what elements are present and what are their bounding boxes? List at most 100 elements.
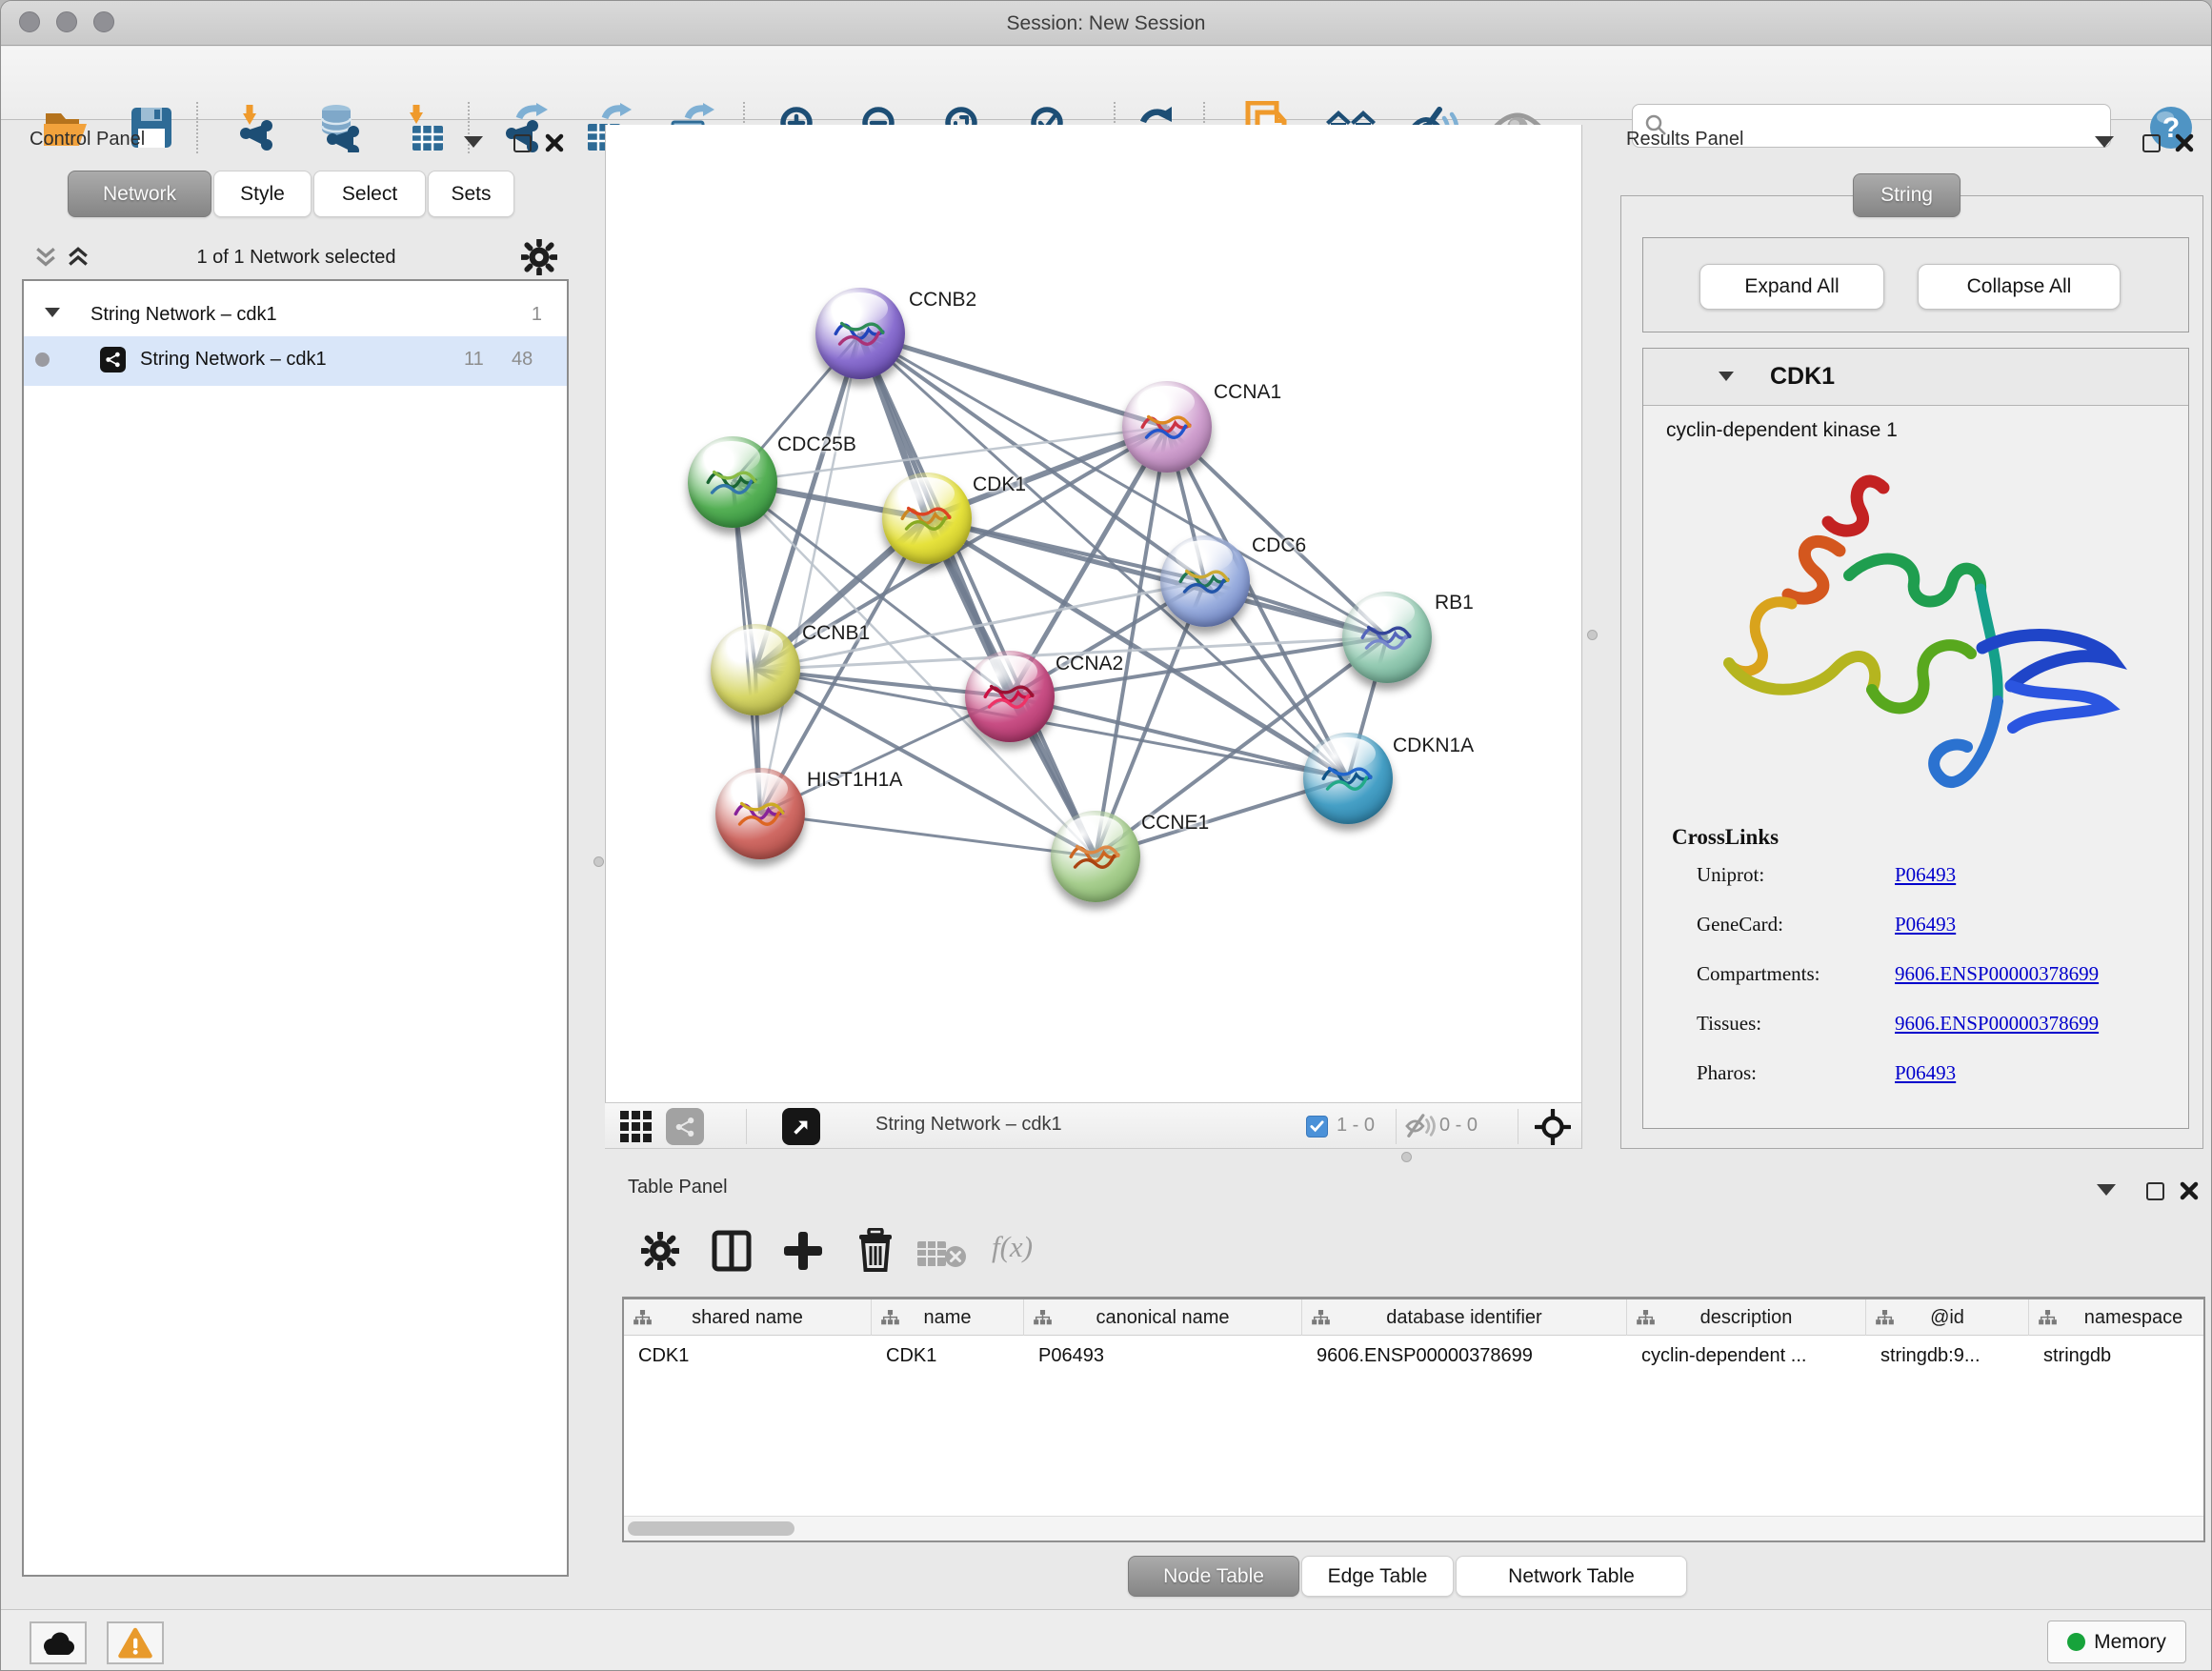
import-network-file-icon[interactable] [231,100,287,155]
tab-node-table[interactable]: Node Table [1128,1556,1299,1597]
tab-network[interactable]: Network [68,171,211,217]
node-CCNA1[interactable] [1122,381,1212,473]
string-network-icon [100,347,126,372]
column-header-description[interactable]: description [1627,1299,1866,1336]
import-table-file-icon[interactable] [398,100,453,155]
edge-CCNB2-CCNA1[interactable] [860,333,1167,427]
table-gear-icon[interactable] [641,1232,679,1275]
node-CDK1[interactable] [882,473,972,564]
add-column-icon[interactable] [782,1230,824,1277]
network-options-gear-icon[interactable] [521,239,557,275]
node-CCNE1[interactable] [1051,811,1140,902]
network-selection-summary: 1 of 1 Network selected [115,247,477,269]
control-panel-close-button[interactable] [544,132,565,153]
node-CDC25B[interactable] [688,436,777,528]
column-header--id[interactable]: @id [1866,1299,2029,1336]
tab-network-table[interactable]: Network Table [1456,1556,1687,1597]
cell--id[interactable]: stringdb:9... [1866,1337,2029,1375]
results-panel-close-button[interactable] [2174,132,2195,153]
network-canvas[interactable]: CCNB2CCNA1CDC25BCDK1CDC6RB1CCNB1CCNA2CDK… [605,125,1582,1102]
network-view-title: String Network – cdk1 [875,1114,1062,1136]
column-type-icon [1034,1310,1052,1326]
edge-HIST1H1A-CCNE1[interactable] [760,814,1096,856]
collapse-all-button[interactable]: Collapse All [1918,264,2121,310]
node-CCNB2[interactable] [815,288,905,379]
node-CDC6[interactable] [1160,535,1250,627]
collapse-all-networks-icon[interactable] [31,243,60,272]
cell-name[interactable]: CDK1 [872,1337,1024,1375]
crosslink-link[interactable]: P06493 [1895,863,1956,886]
table-panel-collapse-button[interactable] [2097,1184,2116,1196]
cell-shared-name[interactable]: CDK1 [624,1337,872,1375]
show-columns-icon[interactable] [712,1230,752,1277]
table-hscroll-thumb[interactable] [628,1521,794,1536]
gene-section-header[interactable]: CDK1 [1643,349,2188,406]
column-type-icon [1876,1310,1894,1326]
network-tree: String Network – cdk1 1 String Network –… [22,279,569,1577]
delete-column-trash-icon[interactable] [856,1228,895,1277]
table-hscrollbar[interactable] [624,1516,2203,1540]
node-gloss [726,629,783,662]
crosslink-link[interactable]: 9606.ENSP00000378699 [1895,962,2099,985]
edge-CDK1-RB1[interactable] [927,518,1387,637]
node-label-CCNB1: CCNB1 [802,622,870,645]
expand-all-networks-icon[interactable] [64,243,92,272]
protein-structure-image [1697,461,2137,842]
table-row[interactable]: CDK1CDK1P064939606.ENSP00000378699cyclin… [624,1337,2205,1375]
tab-edge-table[interactable]: Edge Table [1301,1556,1454,1597]
network-share-view-icon[interactable] [666,1108,704,1145]
crosslink-link[interactable]: 9606.ENSP00000378699 [1895,1012,2099,1035]
crosslink-label: Compartments: [1697,962,1820,985]
crosslink-link[interactable]: P06493 [1895,1061,1956,1084]
network-collection-row[interactable]: String Network – cdk1 1 [24,292,567,342]
fit-content-crosshair-icon[interactable] [1535,1109,1571,1150]
tab-sets[interactable]: Sets [428,171,514,217]
memory-button[interactable]: Memory [2047,1621,2186,1663]
crosslink-value: 9606.ENSP00000378699 [1895,962,2099,986]
column-header-shared-name[interactable]: shared name [624,1299,872,1336]
column-header-database-identifier[interactable]: database identifier [1302,1299,1627,1336]
node-RB1[interactable] [1342,592,1432,683]
cloud-button[interactable] [30,1621,87,1664]
column-header-name[interactable]: name [872,1299,1024,1336]
control-panel-float-button[interactable] [513,134,532,152]
detach-view-icon[interactable] [782,1108,820,1145]
network-row-selected[interactable]: String Network – cdk1 11 48 [24,336,567,386]
node-label-CCNB2: CCNB2 [909,289,976,312]
selected-count: 1 - 0 [1337,1115,1375,1137]
control-panel-collapse-button[interactable] [464,136,483,148]
results-panel-float-button[interactable] [2142,134,2161,152]
node-CCNA2[interactable] [965,651,1055,742]
column-header-canonical-name[interactable]: canonical name [1024,1299,1302,1336]
crosslink-link[interactable]: P06493 [1895,913,1956,936]
bottom-divider-handle[interactable] [1401,1152,1412,1162]
crosslink-value: P06493 [1895,863,1956,887]
crosslink-label: Tissues: [1697,1012,1761,1035]
cell-description[interactable]: cyclin-dependent ... [1627,1337,1866,1375]
selected-nodes-checkbox[interactable] [1306,1116,1328,1137]
results-panel-title: Results Panel [1626,129,1743,151]
column-header-namespace[interactable]: namespace [2029,1299,2205,1336]
results-panel-collapse-button[interactable] [2095,136,2114,148]
cell-database-identifier[interactable]: 9606.ENSP00000378699 [1302,1337,1627,1375]
right-divider-handle[interactable] [1587,630,1598,640]
node-HIST1H1A[interactable] [715,768,805,859]
cell-canonical-name[interactable]: P06493 [1024,1337,1302,1375]
node-CDKN1A[interactable] [1303,733,1393,824]
grid-view-icon[interactable] [620,1111,652,1147]
results-tab-string[interactable]: String [1853,173,1961,217]
expand-all-button[interactable]: Expand All [1699,264,1884,310]
main-toolbar: ? [1,47,2211,120]
column-type-icon [1312,1310,1330,1326]
gene-collapse-icon[interactable] [1719,372,1734,381]
node-CCNB1[interactable] [711,624,800,715]
tab-select[interactable]: Select [313,171,426,217]
warnings-button[interactable] [107,1621,164,1664]
edge-CCNB2-HIST1H1A[interactable] [760,333,860,814]
left-divider-handle[interactable] [593,856,604,867]
cell-namespace[interactable]: stringdb [2029,1337,2205,1375]
table-panel-float-button[interactable] [2146,1182,2164,1200]
import-network-database-icon[interactable] [312,100,367,155]
table-panel-close-button[interactable] [2179,1180,2200,1201]
tab-style[interactable]: Style [213,171,312,217]
